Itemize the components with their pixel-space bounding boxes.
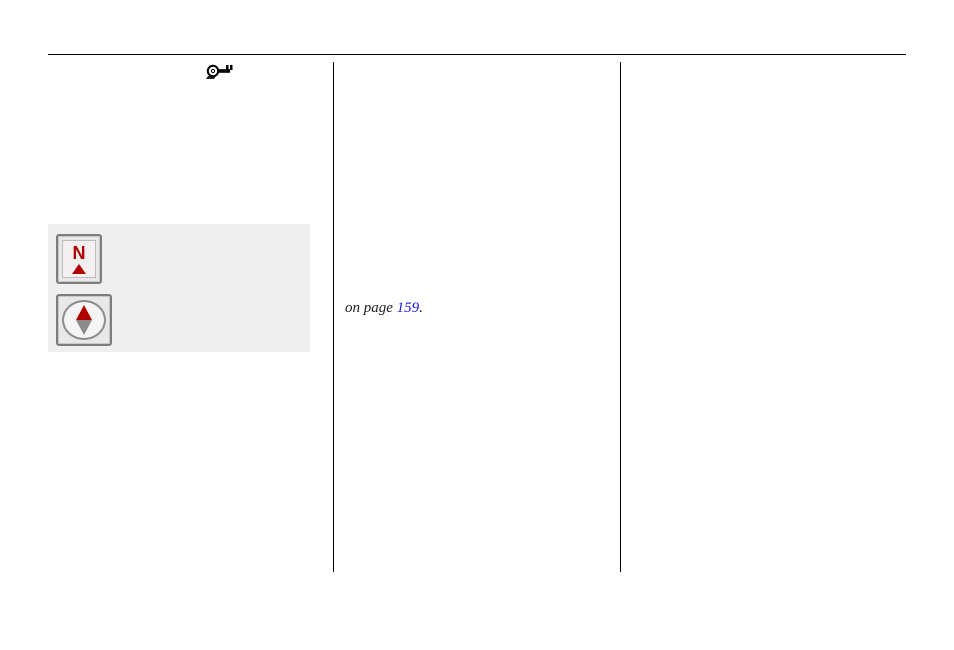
page: N on page 159. [0, 0, 954, 650]
cross-reference: on page 159. [345, 300, 423, 317]
horizontal-rule [48, 54, 906, 55]
north-letter: N [73, 244, 86, 262]
cross-reference-suffix: . [419, 300, 423, 316]
orientation-buttons-panel: N [48, 224, 310, 352]
cross-reference-prefix: on page [345, 300, 397, 316]
up-arrow-icon [72, 264, 86, 274]
north-up-button[interactable]: N [56, 234, 102, 284]
heading-up-button[interactable] [56, 294, 112, 346]
column-separator [620, 62, 621, 572]
key-icon [206, 62, 234, 80]
column-separator [333, 62, 334, 572]
north-up-icon: N [62, 240, 96, 278]
compass-needle-icon [76, 305, 92, 335]
page-number-link[interactable]: 159 [397, 300, 420, 316]
